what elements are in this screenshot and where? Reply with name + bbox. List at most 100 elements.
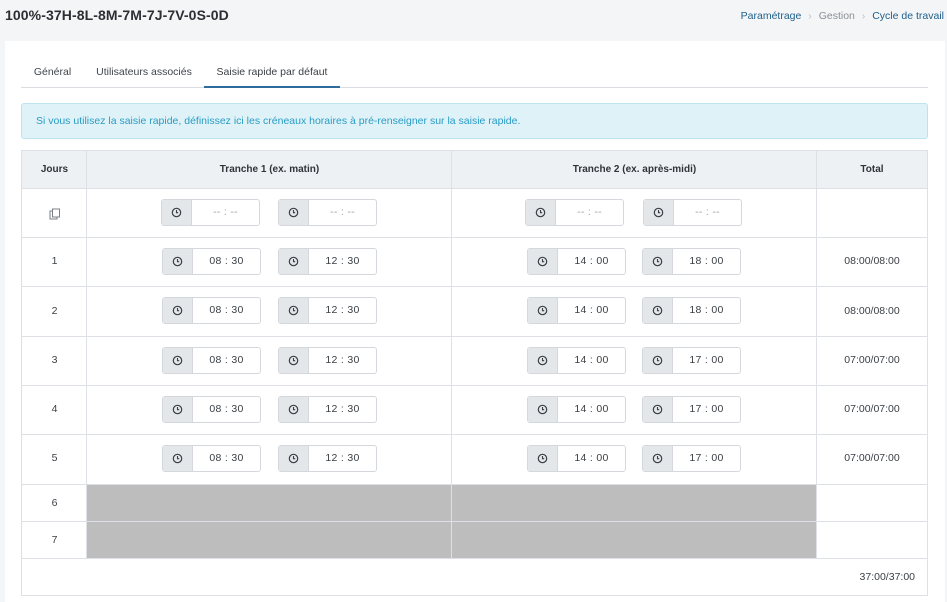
quick-entry-table: Jours Tranche 1 (ex. matin) Tranche 2 (e… bbox=[21, 150, 928, 596]
copy-icon[interactable] bbox=[49, 208, 61, 220]
time-input-t2-end[interactable]: 18 : 00 bbox=[642, 297, 741, 324]
time-input-t2-start[interactable]: 14 : 00 bbox=[527, 347, 626, 374]
breadcrumb-item-cycle-de-travail: Cycle de travail bbox=[872, 10, 944, 22]
time-input-t2-end[interactable]: 17 : 00 bbox=[642, 396, 741, 423]
time-input-copy-t1-start[interactable]: -- : -- bbox=[161, 199, 260, 226]
day-total: 08:00/08:00 bbox=[844, 255, 900, 267]
time-value[interactable]: 17 : 00 bbox=[673, 397, 740, 422]
time-value[interactable]: 14 : 00 bbox=[558, 397, 625, 422]
row-divider bbox=[22, 336, 927, 337]
clock-icon bbox=[279, 348, 309, 373]
clock-icon bbox=[644, 200, 674, 225]
time-input-t1-end[interactable]: 12 : 30 bbox=[278, 396, 377, 423]
clock-icon bbox=[528, 348, 558, 373]
time-value[interactable]: -- : -- bbox=[192, 200, 259, 225]
row-divider bbox=[22, 385, 927, 386]
breadcrumb-item-gestion[interactable]: Gestion bbox=[819, 10, 855, 22]
day-total: 07:00/07:00 bbox=[844, 403, 900, 415]
time-value[interactable]: 14 : 00 bbox=[558, 249, 625, 274]
day-label: 2 bbox=[51, 305, 58, 317]
clock-icon bbox=[163, 249, 193, 274]
column-header-total: Total bbox=[860, 164, 884, 175]
time-value[interactable]: 12 : 30 bbox=[309, 397, 376, 422]
info-alert: Si vous utilisez la saisie rapide, défin… bbox=[21, 103, 928, 139]
time-input-t1-start[interactable]: 08 : 30 bbox=[162, 248, 261, 275]
clock-icon bbox=[643, 249, 673, 274]
disabled-cell bbox=[87, 485, 452, 521]
time-input-t2-start[interactable]: 14 : 00 bbox=[527, 297, 626, 324]
time-input-t1-start[interactable]: 08 : 30 bbox=[162, 347, 261, 374]
clock-icon bbox=[279, 446, 309, 471]
breadcrumb-item-parametrage[interactable]: Paramétrage bbox=[741, 10, 802, 22]
clock-icon bbox=[643, 298, 673, 323]
time-value[interactable]: 12 : 30 bbox=[309, 249, 376, 274]
row-divider bbox=[22, 434, 927, 435]
day-total: 08:00/08:00 bbox=[844, 305, 900, 317]
time-input-t1-end[interactable]: 12 : 30 bbox=[278, 347, 377, 374]
time-input-t2-start[interactable]: 14 : 00 bbox=[527, 445, 626, 472]
time-input-t1-start[interactable]: 08 : 30 bbox=[162, 297, 261, 324]
time-input-t1-end[interactable]: 12 : 30 bbox=[278, 297, 377, 324]
time-value[interactable]: 18 : 00 bbox=[673, 249, 740, 274]
time-value[interactable]: 08 : 30 bbox=[193, 249, 260, 274]
time-input-t2-end[interactable]: 18 : 00 bbox=[642, 248, 741, 275]
time-input-t2-start[interactable]: 14 : 00 bbox=[527, 396, 626, 423]
column-header-slot2: Tranche 2 (ex. après-midi) bbox=[572, 164, 697, 175]
time-value[interactable]: 14 : 00 bbox=[558, 446, 625, 471]
time-value[interactable]: 14 : 00 bbox=[558, 348, 625, 373]
disabled-cell bbox=[452, 485, 817, 521]
clock-icon bbox=[528, 397, 558, 422]
row-divider bbox=[22, 558, 927, 559]
time-input-t1-start[interactable]: 08 : 30 bbox=[162, 445, 261, 472]
time-value[interactable]: 18 : 00 bbox=[673, 298, 740, 323]
time-input-t2-end[interactable]: 17 : 00 bbox=[642, 445, 741, 472]
time-input-t2-start[interactable]: 14 : 00 bbox=[527, 248, 626, 275]
time-input-t2-end[interactable]: 17 : 00 bbox=[642, 347, 741, 374]
time-value[interactable]: -- : -- bbox=[309, 200, 376, 225]
grand-total: 37:00/37:00 bbox=[859, 571, 915, 583]
day-label: 1 bbox=[51, 255, 58, 267]
time-value[interactable]: 08 : 30 bbox=[193, 298, 260, 323]
tab-utilisateurs-associes[interactable]: Utilisateurs associés bbox=[88, 58, 200, 88]
tab-saisie-rapide[interactable]: Saisie rapide par défaut bbox=[204, 58, 340, 88]
clock-icon bbox=[163, 348, 193, 373]
row-divider bbox=[22, 286, 927, 287]
disabled-cell bbox=[452, 522, 817, 558]
top-bar: 100%-37H-8L-8M-7M-7J-7V-0S-0D Paramétrag… bbox=[0, 0, 947, 34]
row-divider bbox=[22, 521, 927, 522]
clock-icon bbox=[279, 200, 309, 225]
time-input-t1-start[interactable]: 08 : 30 bbox=[162, 396, 261, 423]
tab-bar: Général Utilisateurs associés Saisie rap… bbox=[21, 58, 928, 88]
clock-icon bbox=[643, 397, 673, 422]
day-total: 07:00/07:00 bbox=[844, 354, 900, 366]
time-value[interactable]: 08 : 30 bbox=[193, 446, 260, 471]
time-input-copy-t2-start[interactable]: -- : -- bbox=[525, 199, 624, 226]
tab-general[interactable]: Général bbox=[21, 58, 84, 88]
time-value[interactable]: 17 : 00 bbox=[673, 348, 740, 373]
time-input-t1-end[interactable]: 12 : 30 bbox=[278, 445, 377, 472]
time-value[interactable]: 08 : 30 bbox=[193, 397, 260, 422]
time-value[interactable]: 12 : 30 bbox=[309, 298, 376, 323]
time-input-t1-end[interactable]: 12 : 30 bbox=[278, 248, 377, 275]
column-header-slot1: Tranche 1 (ex. matin) bbox=[219, 164, 320, 175]
time-value[interactable]: 08 : 30 bbox=[193, 348, 260, 373]
time-value[interactable]: 14 : 00 bbox=[558, 298, 625, 323]
day-label: 6 bbox=[51, 497, 58, 509]
time-value[interactable]: 12 : 30 bbox=[309, 348, 376, 373]
day-label: 3 bbox=[51, 354, 58, 366]
time-value[interactable]: 17 : 00 bbox=[673, 446, 740, 471]
clock-icon bbox=[163, 446, 193, 471]
clock-icon bbox=[279, 397, 309, 422]
time-input-copy-t2-end[interactable]: -- : -- bbox=[643, 199, 742, 226]
day-total: 07:00/07:00 bbox=[844, 452, 900, 464]
time-value[interactable]: -- : -- bbox=[556, 200, 623, 225]
clock-icon bbox=[526, 200, 556, 225]
clock-icon bbox=[528, 446, 558, 471]
time-value[interactable]: -- : -- bbox=[674, 200, 741, 225]
page-title: 100%-37H-8L-8M-7M-7J-7V-0S-0D bbox=[5, 7, 229, 23]
chevron-right-icon: › bbox=[861, 10, 866, 22]
time-input-copy-t1-end[interactable]: -- : -- bbox=[278, 199, 377, 226]
column-divider bbox=[451, 151, 452, 558]
clock-icon bbox=[528, 298, 558, 323]
time-value[interactable]: 12 : 30 bbox=[309, 446, 376, 471]
